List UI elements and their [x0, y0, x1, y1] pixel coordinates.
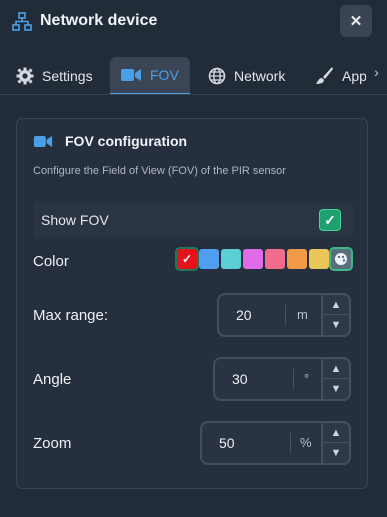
tab-settings[interactable]: Settings	[6, 57, 103, 94]
tabs-scroll-right-button[interactable]: ›	[366, 57, 387, 87]
brush-icon	[316, 67, 333, 84]
field-divider	[290, 433, 291, 453]
custom-color-button[interactable]	[329, 247, 353, 271]
max-range-unit: m	[297, 307, 308, 322]
color-swatch-pink[interactable]	[265, 249, 285, 269]
field-divider	[293, 369, 294, 389]
tab-network[interactable]: Network	[198, 57, 295, 94]
color-swatch-blue[interactable]	[199, 249, 219, 269]
close-button[interactable]: ✕	[340, 5, 372, 37]
show-fov-row[interactable]: Show FOV ✓	[33, 201, 353, 239]
color-swatch-magenta[interactable]	[243, 249, 263, 269]
panel-description: Configure the Field of View (FOV) of the…	[33, 165, 286, 177]
fov-configuration-panel: FOV configuration Configure the Field of…	[16, 118, 368, 489]
zoom-label: Zoom	[33, 435, 72, 452]
dialog-title: Network device	[40, 12, 158, 29]
checkmark-icon: ✓	[324, 211, 336, 228]
max-range-stepper: ▲ ▼	[321, 293, 351, 337]
angle-stepper: ▲ ▼	[321, 357, 351, 401]
decrement-button[interactable]: ▼	[323, 443, 349, 463]
globe-icon	[208, 67, 226, 85]
max-range-label: Max range:	[33, 307, 109, 324]
max-range-value[interactable]: 20	[236, 307, 252, 323]
tab-bar: Settings FOV Network Appearance	[0, 57, 387, 95]
angle-input[interactable]: 30 ° ▲ ▼	[213, 357, 351, 401]
zoom-unit: %	[300, 435, 312, 450]
panel-title: FOV configuration	[33, 133, 187, 149]
tab-label: Network	[234, 68, 286, 84]
increment-button[interactable]: ▲	[323, 295, 349, 315]
angle-unit: °	[304, 371, 310, 386]
color-label: Color	[33, 253, 69, 270]
zoom-stepper: ▲ ▼	[321, 421, 351, 465]
gear-icon	[16, 67, 34, 85]
increment-button[interactable]: ▲	[323, 359, 349, 379]
color-swatch-cyan[interactable]	[221, 249, 241, 269]
decrement-button[interactable]: ▼	[323, 315, 349, 335]
dialog-header: Network device ✕	[0, 0, 387, 46]
panel-title-text: FOV configuration	[65, 133, 188, 149]
show-fov-label: Show FOV	[41, 212, 109, 228]
decrement-button[interactable]: ▼	[323, 379, 349, 399]
tab-label: Settings	[42, 68, 93, 84]
chevron-right-icon: ›	[374, 64, 379, 80]
close-icon: ✕	[349, 13, 363, 30]
color-swatch-yellow[interactable]	[309, 249, 329, 269]
checkmark-icon: ✓	[181, 252, 193, 266]
increment-button[interactable]: ▲	[323, 423, 349, 443]
tab-fov[interactable]: FOV	[110, 57, 190, 94]
max-range-input[interactable]: 20 m ▲ ▼	[217, 293, 351, 337]
color-swatch-orange[interactable]	[287, 249, 307, 269]
zoom-input[interactable]: 50 % ▲ ▼	[200, 421, 351, 465]
palette-icon	[335, 253, 347, 265]
zoom-value[interactable]: 50	[219, 435, 235, 451]
color-swatch-red[interactable]: ✓	[175, 247, 199, 271]
network-icon	[12, 12, 32, 31]
show-fov-checkbox[interactable]: ✓	[319, 209, 341, 231]
video-camera-icon	[121, 69, 141, 81]
angle-value[interactable]: 30	[232, 371, 248, 387]
field-divider	[285, 305, 286, 325]
angle-label: Angle	[33, 371, 72, 388]
video-camera-icon	[33, 135, 53, 147]
tab-label: FOV	[150, 67, 179, 83]
